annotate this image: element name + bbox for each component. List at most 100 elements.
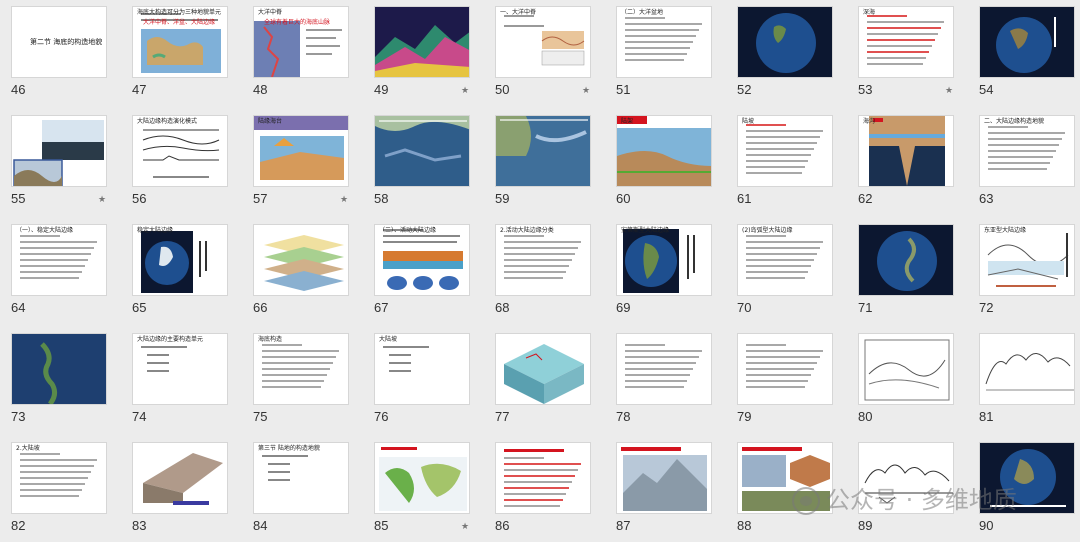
slide-thumbnail[interactable]	[979, 6, 1075, 78]
slide-title-text: 二、大陆边缘构造地貌	[984, 118, 1045, 125]
slide-thumbnail[interactable]: 东亚型大陆边缘	[979, 224, 1075, 296]
slide-number: 78	[616, 409, 631, 424]
slide-title-text: （一）、稳定大陆边缘	[16, 227, 74, 234]
animation-star-icon: ★	[98, 194, 107, 204]
slide-number: 67	[374, 300, 389, 315]
slide-thumbnail[interactable]	[858, 333, 954, 405]
slide-cell: （一）、稳定大陆边缘 64	[0, 218, 107, 322]
animation-star-icon: ★	[340, 194, 349, 204]
slide-thumbnail[interactable]: 海沟	[858, 115, 954, 187]
slide-thumbnail[interactable]	[495, 115, 591, 187]
animation-star-icon: ★	[461, 85, 470, 95]
slide-thumbnail[interactable]	[132, 442, 228, 514]
slide-thumbnail[interactable]	[253, 224, 349, 296]
slide-thumbnail[interactable]: 大陆边缘的主要构造单元	[132, 333, 228, 405]
slide-cell: 大陆坡 76	[363, 327, 470, 431]
slide-number: 73	[11, 409, 26, 424]
animation-star-icon: ★	[461, 521, 470, 531]
slide-thumbnail[interactable]: 海底构造	[253, 333, 349, 405]
slide-number: 53	[858, 82, 873, 97]
slide-cell: 79	[726, 327, 833, 431]
slide-thumbnail[interactable]: 大洋中脊全球有着巨大的海底山脉	[253, 6, 349, 78]
slide-cell: （二）、活动大陆边缘 67	[363, 218, 470, 322]
slide-thumbnail[interactable]	[374, 115, 470, 187]
slide-thumbnail[interactable]	[737, 6, 833, 78]
slide-cell: 58	[363, 109, 470, 213]
slide-sorter-grid: 第二节 海底的构造地貌 46 海底大构造可分为三种地貌单元 大洋中脊、洋盆、大陆边缘 4…	[0, 0, 1080, 542]
slide-cell: 52	[726, 0, 833, 104]
slide-cell: 87	[605, 436, 712, 540]
slide-number: 56	[132, 191, 147, 206]
wechat-icon	[792, 487, 820, 515]
slide-thumbnail[interactable]	[374, 442, 470, 514]
slide-thumbnail[interactable]: 海底大构造可分为三种地貌单元 大洋中脊、洋盆、大陆边缘	[132, 6, 228, 78]
slide-thumbnail[interactable]	[495, 333, 591, 405]
slide-title-text: 海沟	[863, 118, 876, 125]
slide-thumbnail[interactable]: 二、大陆边缘构造地貌	[979, 115, 1075, 187]
slide-cell: 66	[242, 218, 349, 322]
slide-thumbnail[interactable]: 陆缘海台	[253, 115, 349, 187]
slide-thumbnail[interactable]	[616, 333, 712, 405]
slide-thumbnail[interactable]: 第三节 陆地的构造地貌	[253, 442, 349, 514]
slide-cell: 大陆边缘的主要构造单元 74	[121, 327, 228, 431]
slide-thumbnail[interactable]: 第二节 海底的构造地貌	[11, 6, 107, 78]
slide-cell: 东亚型大陆边缘 72	[968, 218, 1075, 322]
slide-number: 77	[495, 409, 510, 424]
slide-number: 54	[979, 82, 994, 97]
slide-thumbnail[interactable]	[374, 6, 470, 78]
slide-thumbnail[interactable]: 稳定大陆边缘	[132, 224, 228, 296]
slide-title-text: 第二节 海底的构造地貌	[30, 38, 103, 46]
slide-number: 89	[858, 518, 873, 533]
slide-number: 48	[253, 82, 268, 97]
slide-title-text: 大陆坡	[379, 336, 398, 343]
slide-cell: 83	[121, 436, 228, 540]
slide-cell: 77	[484, 327, 591, 431]
slide-cell: 陆缘海台 57 ★	[242, 109, 349, 213]
slide-thumbnail[interactable]	[858, 224, 954, 296]
slide-number: 63	[979, 191, 994, 206]
slide-thumbnail[interactable]: （二）大洋盆地	[616, 6, 712, 78]
slide-title-text: 海底大构造可分为三种地貌单元	[137, 9, 222, 16]
slide-highlight-text: 全球有着巨大的海底山脉	[264, 19, 331, 26]
slide-thumbnail[interactable]: 陆坡	[737, 115, 833, 187]
slide-thumbnail[interactable]: 一、大洋中脊	[495, 6, 591, 78]
slide-number: 74	[132, 409, 147, 424]
slide-thumbnail[interactable]: （一）、稳定大陆边缘	[11, 224, 107, 296]
slide-thumbnail[interactable]: （二）、活动大陆边缘	[374, 224, 470, 296]
slide-number: 60	[616, 191, 631, 206]
slide-cell: 第二节 海底的构造地貌 46	[0, 0, 107, 104]
slide-number: 79	[737, 409, 752, 424]
slide-thumbnail[interactable]: 大陆坡	[374, 333, 470, 405]
slide-title-text: 大洋中脊	[258, 9, 283, 16]
slide-thumbnail[interactable]: (2)岛弧型大陆边缘	[737, 224, 833, 296]
slide-number: 62	[858, 191, 873, 206]
slide-number: 46	[11, 82, 26, 97]
slide-thumbnail[interactable]	[979, 333, 1075, 405]
slide-thumbnail[interactable]: 陆架	[616, 115, 712, 187]
slide-cell: 大洋中脊全球有着巨大的海底山脉 48	[242, 0, 349, 104]
slide-number: 49	[374, 82, 389, 97]
slide-thumbnail[interactable]: 安第斯型大陆边缘	[616, 224, 712, 296]
slide-thumbnail[interactable]	[495, 442, 591, 514]
slide-number: 82	[11, 518, 26, 533]
slide-title-text: 陆缘海台	[258, 118, 283, 125]
slide-thumbnail[interactable]: 2.活动大陆边缘分类	[495, 224, 591, 296]
slide-title-text: 大陆边缘构造演化模式	[137, 118, 198, 125]
slide-number: 87	[616, 518, 631, 533]
slide-thumbnail[interactable]: 大陆边缘构造演化模式	[132, 115, 228, 187]
slide-thumbnail[interactable]	[737, 333, 833, 405]
slide-cell: （二）大洋盆地 51	[605, 0, 712, 104]
slide-cell: 大陆边缘构造演化模式 56	[121, 109, 228, 213]
slide-thumbnail[interactable]	[11, 333, 107, 405]
slide-thumbnail[interactable]	[616, 442, 712, 514]
slide-number: 68	[495, 300, 510, 315]
animation-star-icon: ★	[582, 85, 591, 95]
slide-cell: 安第斯型大陆边缘 69	[605, 218, 712, 322]
slide-cell: 85 ★	[363, 436, 470, 540]
slide-thumbnail[interactable]	[11, 115, 107, 187]
slide-title-text: 2.大陆坡	[16, 445, 40, 452]
slide-title-text: 东亚型大陆边缘	[984, 227, 1027, 234]
slide-thumbnail[interactable]: 深海	[858, 6, 954, 78]
slide-thumbnail[interactable]: 2.大陆坡	[11, 442, 107, 514]
slide-cell: 54	[968, 0, 1075, 104]
